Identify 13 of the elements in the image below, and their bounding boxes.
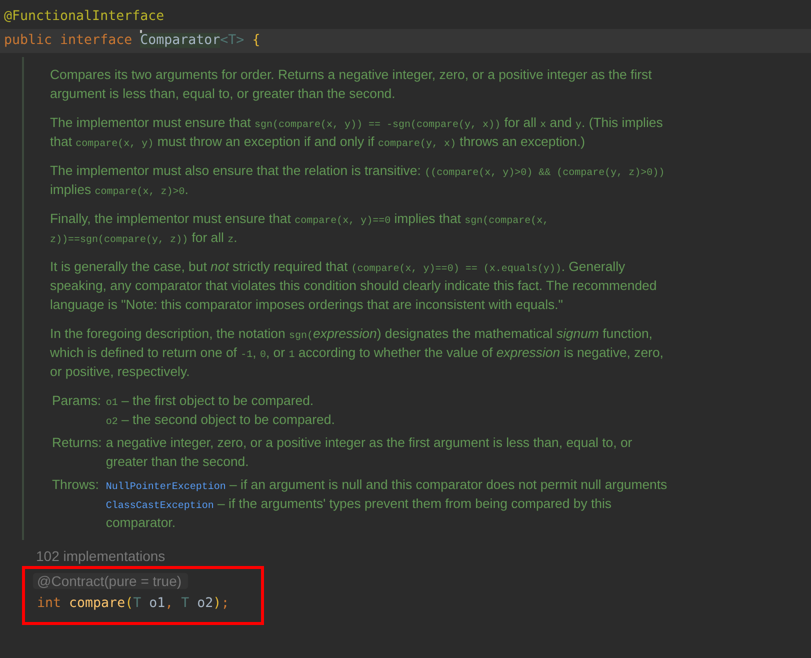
inlay-annotation: @Contract(pure = true) (33, 573, 188, 589)
code-line: int compare(T o1, T o2); (36, 595, 230, 613)
section-entry: o2 – the second object to be compared. (106, 411, 336, 429)
section-entry: ClassCastException – if the arguments' types prevent them from being compared by this comparator. (106, 495, 612, 532)
section-label: Params: (52, 392, 102, 410)
section-label: Returns: (52, 434, 102, 452)
section-entry: a negative integer, zero, or a positive integer as the first argument is less than, equal to, or greater than the second. (106, 434, 634, 471)
section-label: Throws: (52, 476, 100, 494)
section-entry: NullPointerException – if an argument is null and this comparator does not permit null arguments (106, 476, 668, 494)
code-line: @FunctionalInterface (3, 8, 166, 26)
doc-paragraph: Compares its two arguments for order. Returns a negative integer, zero, or a positive integer as the first argument is less than, equal to, or greater than the second. (50, 66, 653, 103)
section-entry: o1 – the first object to be compared. (106, 392, 315, 410)
implementations-hint[interactable]: 102 implementations (36, 546, 811, 566)
